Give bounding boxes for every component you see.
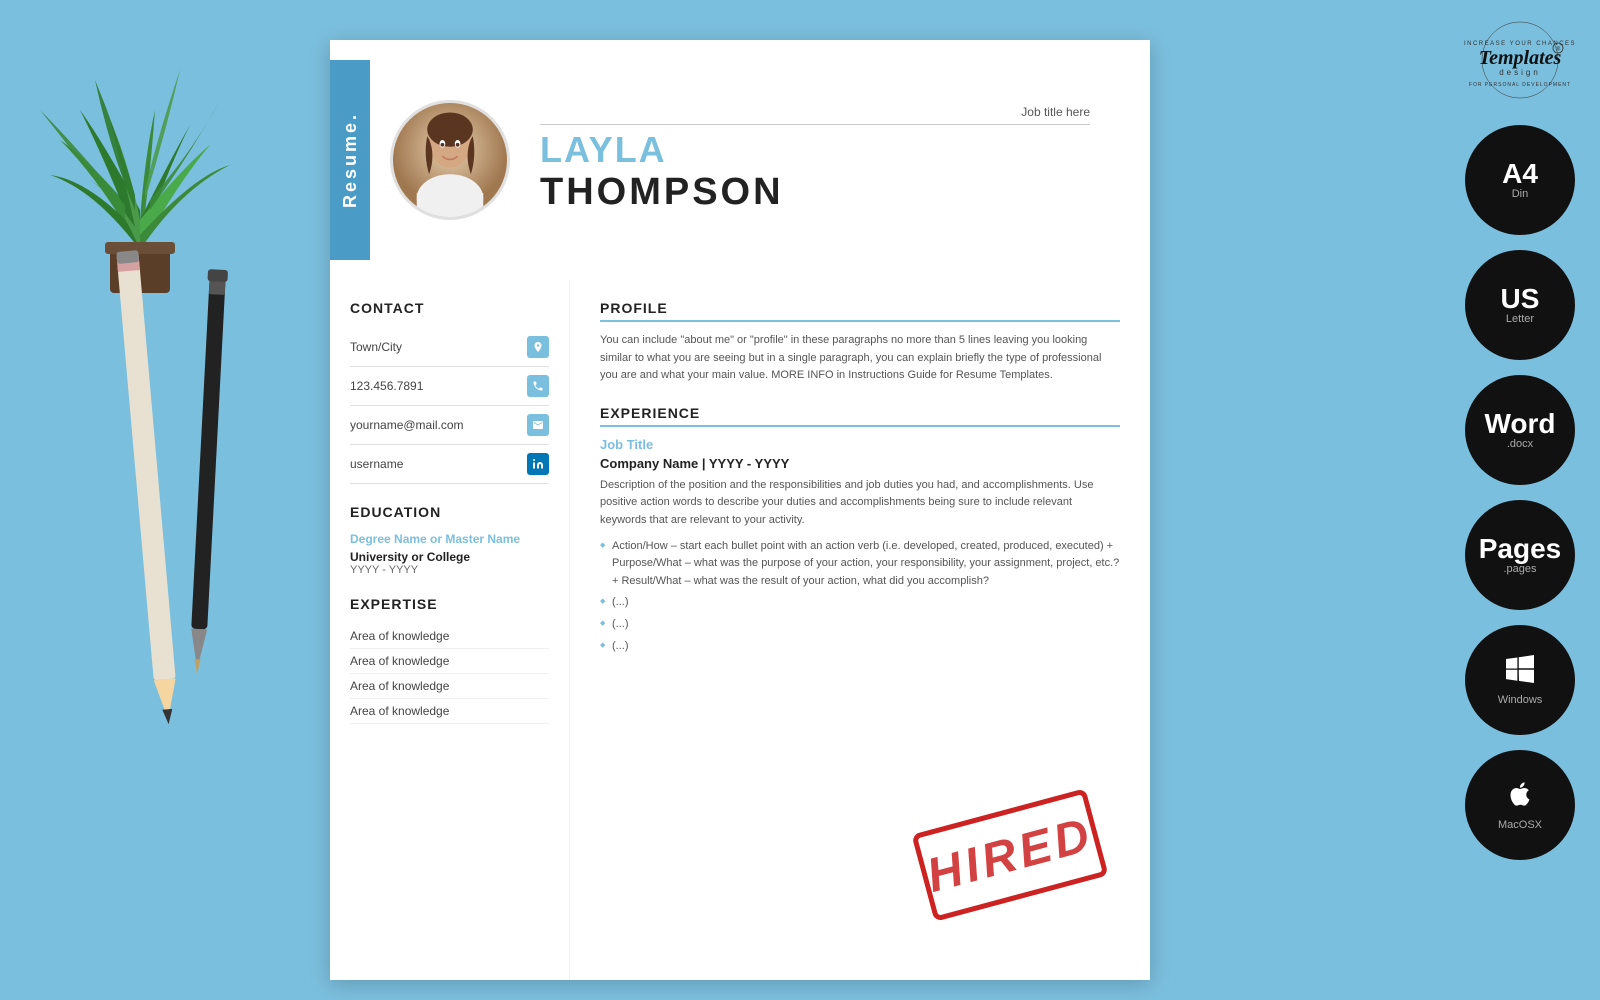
contact-city-label: Town/City — [350, 340, 402, 354]
experience-section: EXPERIENCE Job Title Company Name | YYYY… — [600, 405, 1120, 655]
bullet-item-3: (...) — [600, 616, 1120, 634]
email-icon — [527, 414, 549, 436]
education-years: YYYY - YYYY — [350, 564, 549, 576]
education-title: EDUCATION — [350, 504, 549, 520]
resume-label: Resume. — [340, 112, 361, 208]
brand-logo: INCREASE YOUR CHANCES Templates ® design… — [1450, 20, 1590, 105]
mac-label: MacOSX — [1498, 819, 1542, 831]
profile-section-title: PROFILE — [600, 300, 1120, 322]
format-badge-pages: Pages .pages — [1465, 500, 1575, 610]
word-label: Word — [1484, 410, 1555, 438]
experience-section-title: EXPERIENCE — [600, 405, 1120, 427]
expertise-item-3: Area of knowledge — [350, 674, 549, 699]
profile-section: PROFILE You can include "about me" or "p… — [600, 300, 1120, 385]
format-badge-a4: A4 Din — [1465, 125, 1575, 235]
svg-text:design: design — [1499, 68, 1541, 77]
expertise-title: EXPERTISE — [350, 596, 549, 612]
contact-linkedin-label: username — [350, 457, 403, 471]
resume-header: Resume. — [330, 40, 1150, 280]
right-panel: INCREASE YOUR CHANCES Templates ® design… — [1440, 0, 1600, 1000]
university-name: University or College — [350, 550, 549, 564]
a4-label: A4 — [1502, 160, 1538, 188]
contact-email-label: yourname@mail.com — [350, 418, 464, 432]
us-label: US — [1501, 285, 1540, 313]
left-sidebar: CONTACT Town/City 123.456.7891 yourname@… — [330, 280, 570, 980]
us-sub: Letter — [1506, 313, 1534, 325]
apple-icon — [1506, 780, 1534, 815]
svg-text:FOR PERSONAL DEVELOPMENT: FOR PERSONAL DEVELOPMENT — [1469, 82, 1571, 88]
bullet-item-2: (...) — [600, 594, 1120, 612]
contact-linkedin: username — [350, 445, 549, 484]
profile-text: You can include "about me" or "profile" … — [600, 332, 1120, 385]
writing-tools-decoration — [100, 200, 280, 805]
pages-sub: .pages — [1503, 563, 1536, 575]
format-badge-mac: MacOSX — [1465, 750, 1575, 860]
expertise-section: EXPERTISE Area of knowledge Area of know… — [350, 596, 549, 724]
format-badge-us: US Letter — [1465, 250, 1575, 360]
bullet-item-1: Action/How – start each bullet point wit… — [600, 538, 1120, 591]
format-badge-word: Word .docx — [1465, 375, 1575, 485]
a4-sub: Din — [1512, 188, 1529, 200]
expertise-item-4: Area of knowledge — [350, 699, 549, 724]
profile-photo — [390, 100, 510, 220]
job-title-label: Job Title — [600, 437, 1120, 452]
company-info: Company Name | YYYY - YYYY — [600, 456, 1120, 471]
bullet-item-4: (...) — [600, 638, 1120, 656]
expertise-item-1: Area of knowledge — [350, 624, 549, 649]
job-title-placeholder: Job title here — [540, 105, 1090, 125]
windows-icon — [1506, 655, 1534, 690]
windows-label: Windows — [1498, 694, 1543, 706]
contact-title: CONTACT — [350, 300, 549, 316]
degree-name: Degree Name or Master Name — [350, 532, 549, 546]
linkedin-icon — [527, 453, 549, 475]
contact-phone-label: 123.456.7891 — [350, 379, 423, 393]
last-name: THOMPSON — [540, 171, 784, 213]
location-icon — [527, 336, 549, 358]
format-badge-windows: Windows — [1465, 625, 1575, 735]
resume-label-bar: Resume. — [330, 60, 370, 260]
name-section: Job title here LAYLA THOMPSON — [540, 105, 1120, 215]
job-description: Description of the position and the resp… — [600, 477, 1120, 530]
svg-text:Templates: Templates — [1479, 47, 1562, 69]
pages-label: Pages — [1479, 535, 1562, 563]
contact-email: yourname@mail.com — [350, 406, 549, 445]
contact-phone: 123.456.7891 — [350, 367, 549, 406]
svg-text:®: ® — [1556, 46, 1561, 53]
contact-section: CONTACT Town/City 123.456.7891 yourname@… — [350, 300, 549, 484]
education-section: EDUCATION Degree Name or Master Name Uni… — [350, 504, 549, 576]
resume-paper: Resume. — [330, 40, 1150, 980]
phone-icon — [527, 375, 549, 397]
contact-city: Town/City — [350, 328, 549, 367]
first-name: LAYLA — [540, 130, 1120, 170]
word-sub: .docx — [1507, 438, 1533, 450]
expertise-item-2: Area of knowledge — [350, 649, 549, 674]
